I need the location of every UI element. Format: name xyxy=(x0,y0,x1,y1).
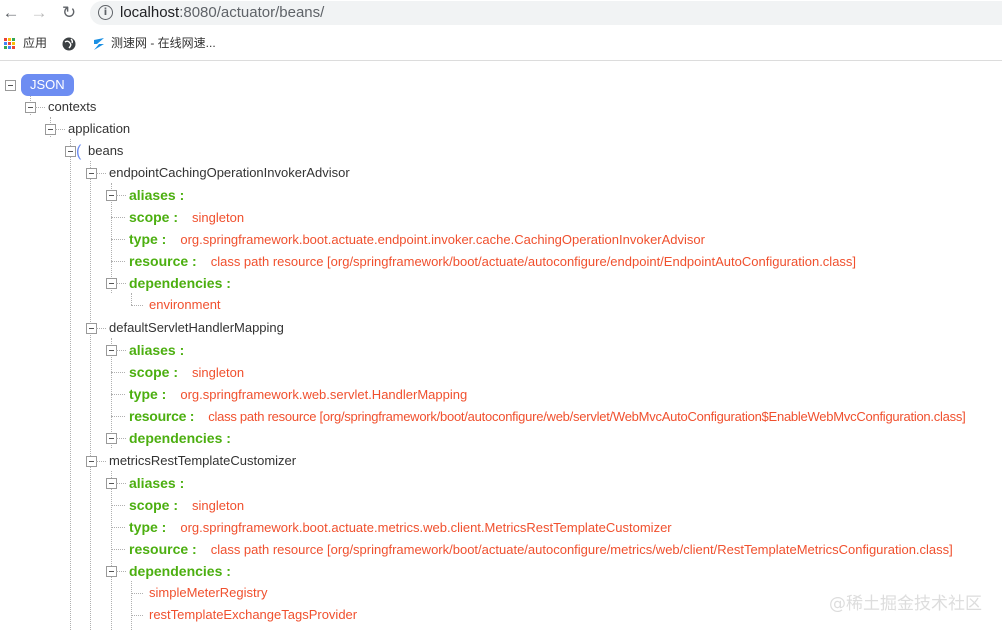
speedtest-icon xyxy=(94,37,104,50)
url-text[interactable]: localhost:8080/actuator/beans/ xyxy=(120,4,324,21)
resource-row: resource : class path resource [org/sprin… xyxy=(111,250,856,272)
type-row: type : org.springframework.boot.actuate.e… xyxy=(111,228,705,250)
bean-name: endpointCachingOperationInvokerAdvisor xyxy=(109,165,350,180)
scope-value: singleton xyxy=(192,210,245,225)
dependency-item: simpleMeterRegistry xyxy=(131,582,267,604)
bookmarks-bar: 应用 测速网 - 在线网速... xyxy=(0,32,1002,54)
resource-row: resource : class path resource [org/sprin… xyxy=(111,538,953,560)
aliases-row[interactable]: aliases : xyxy=(106,184,184,206)
aliases-key: aliases : xyxy=(129,475,185,491)
type-value: org.springframework.boot.actuate.metrics… xyxy=(180,520,672,535)
dependencies-row[interactable]: dependencies : xyxy=(106,427,231,449)
bookmark-apps-label: 应用 xyxy=(23,36,48,50)
scope-row: scope : singleton xyxy=(111,494,244,516)
scope-value: singleton xyxy=(192,365,245,380)
tree-guide xyxy=(90,161,91,630)
reload-icon[interactable]: ↻ xyxy=(59,3,79,23)
node-label: application xyxy=(68,121,131,136)
watermark: @稀土掘金技术社区 xyxy=(829,594,982,614)
bean-name: defaultServletHandlerMapping xyxy=(109,320,284,335)
type-value: org.springframework.boot.actuate.endpoin… xyxy=(180,232,705,247)
dependency-item: restTemplateExchangeTagsProvider xyxy=(131,604,357,626)
type-row: type : org.springframework.web.servlet.Ha… xyxy=(111,383,467,405)
tree-node-contexts[interactable]: contexts xyxy=(25,96,96,118)
apps-grid-icon xyxy=(4,38,15,50)
json-tree: JSON contexts application beans ( endpoi… xyxy=(0,61,1002,630)
tree-node-beans[interactable]: beans xyxy=(65,140,123,162)
info-icon[interactable]: i xyxy=(98,5,113,20)
scope-value: singleton xyxy=(192,498,245,513)
resource-value: class path resource [org/springframework… xyxy=(208,409,966,424)
bookmark-speedtest[interactable]: 测速网 - 在线网速... xyxy=(92,32,216,54)
url-host: localhost xyxy=(120,4,180,21)
bean-node[interactable]: defaultServletHandlerMapping xyxy=(86,317,284,339)
bookmark-apps[interactable]: 应用 xyxy=(4,32,47,54)
collapse-toggle-icon[interactable] xyxy=(65,146,76,157)
scope-row: scope : singleton xyxy=(111,361,244,383)
resource-row: resource : class path resource [org/sprin… xyxy=(111,405,966,427)
node-label: beans xyxy=(88,143,124,158)
type-value: org.springframework.web.servlet.HandlerM… xyxy=(180,387,468,402)
address-bar[interactable]: i localhost:8080/actuator/beans/ xyxy=(90,1,1002,25)
dependency-value: restTemplateExchangeTagsProvider xyxy=(149,607,358,622)
resource-key: resource : xyxy=(129,408,195,424)
scope-key: scope : xyxy=(129,497,179,513)
resource-key: resource : xyxy=(129,541,197,557)
aliases-row[interactable]: aliases : xyxy=(106,339,184,361)
aliases-key: aliases : xyxy=(129,187,185,203)
json-root-badge[interactable]: JSON xyxy=(21,74,74,96)
back-icon[interactable]: ← xyxy=(1,3,21,23)
type-row: type : org.springframework.boot.actuate.m… xyxy=(111,516,672,538)
resource-value: class path resource [org/springframework… xyxy=(210,542,953,557)
collapse-toggle-icon[interactable] xyxy=(5,80,16,91)
bean-node[interactable]: endpointCachingOperationInvokerAdvisor xyxy=(86,162,350,184)
forward-icon[interactable]: → xyxy=(29,3,49,23)
type-key: type : xyxy=(129,519,167,535)
object-brace: ( xyxy=(76,143,82,160)
globe-icon xyxy=(62,37,76,51)
dependencies-key: dependencies : xyxy=(129,275,231,291)
scope-key: scope : xyxy=(129,364,179,380)
scope-key: scope : xyxy=(129,209,179,225)
tree-node-application[interactable]: application xyxy=(45,118,130,140)
type-key: type : xyxy=(129,231,167,247)
url-path: :8080/actuator/beans/ xyxy=(179,4,325,21)
resource-value: class path resource [org/springframework… xyxy=(210,254,857,269)
tree-guide xyxy=(70,139,71,630)
aliases-row[interactable]: aliases : xyxy=(106,472,184,494)
dependencies-row[interactable]: dependencies : xyxy=(106,560,231,582)
dependencies-key: dependencies : xyxy=(129,430,231,446)
bean-node[interactable]: metricsRestTemplateCustomizer xyxy=(86,450,296,472)
dependency-item: environment xyxy=(131,294,221,316)
bookmark-speedtest-label: 测速网 - 在线网速... xyxy=(111,36,216,50)
bean-name: metricsRestTemplateCustomizer xyxy=(109,453,297,468)
dependencies-row[interactable]: dependencies : xyxy=(106,272,231,294)
resource-key: resource : xyxy=(129,253,197,269)
scope-row: scope : singleton xyxy=(111,206,244,228)
aliases-key: aliases : xyxy=(129,342,185,358)
dependencies-key: dependencies : xyxy=(129,563,231,579)
dependency-value: environment xyxy=(149,297,221,312)
bookmark-globe[interactable] xyxy=(62,32,76,54)
dependency-value: simpleMeterRegistry xyxy=(149,585,268,600)
type-key: type : xyxy=(129,386,167,402)
node-label: contexts xyxy=(48,99,97,114)
browser-chrome: ← → ↻ i localhost:8080/actuator/beans/ 应… xyxy=(0,0,1002,61)
